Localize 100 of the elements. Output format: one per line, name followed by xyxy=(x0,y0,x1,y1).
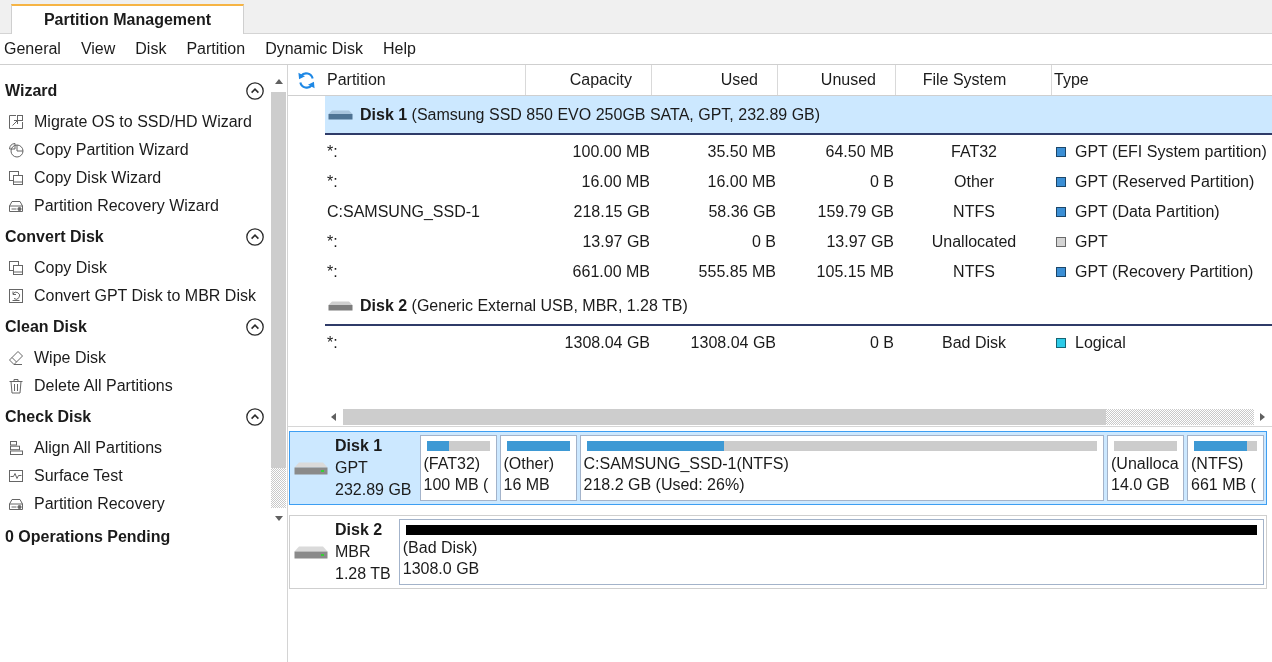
menu-item[interactable]: Partition xyxy=(186,40,246,58)
disk-row[interactable]: Disk 1 (Samsung SSD 850 EVO 250GB SATA, GPT, 232.89 GB) xyxy=(325,96,1272,135)
partition-size: 661 MB ( xyxy=(1191,475,1257,495)
menu-item[interactable]: Help xyxy=(382,40,416,58)
partition-style: GPT xyxy=(335,458,369,478)
partition-block[interactable]: (NTFS) 661 MB ( xyxy=(1187,435,1264,501)
table-cell: *: xyxy=(327,334,338,352)
horizontal-scrollbar[interactable] xyxy=(343,409,1254,425)
sidebar-item[interactable]: Partition Recovery Wizard xyxy=(5,192,264,220)
table-cell: 159.79 GB xyxy=(817,203,894,221)
table-cell: 16.00 MB xyxy=(581,173,650,191)
stacked-bars-icon xyxy=(8,440,24,456)
scroll-right-icon[interactable] xyxy=(1260,413,1265,421)
disk-row[interactable]: Disk 2 (Generic External USB, MBR, 1.28 TB) xyxy=(325,287,1272,326)
column-header[interactable]: Type xyxy=(1054,71,1089,89)
section-heading: Convert Disk xyxy=(5,228,104,246)
section-heading: Wizard xyxy=(5,82,58,100)
usage-bar xyxy=(1114,441,1177,451)
disk-size: 1.28 TB xyxy=(335,564,391,584)
sidebar-item[interactable]: Copy Partition Wizard xyxy=(5,136,264,164)
scroll-up-icon[interactable] xyxy=(274,79,283,84)
column-header[interactable]: Partition xyxy=(327,71,386,89)
window-arrow-icon xyxy=(8,114,24,130)
copy-icon xyxy=(8,170,24,186)
trash-icon xyxy=(8,378,24,394)
partition-label: C:SAMSUNG_SSD-1(NTFS) xyxy=(583,454,790,474)
chevron-up-circle-icon[interactable] xyxy=(246,228,264,246)
drive-icon xyxy=(8,496,24,512)
table-cell: 100.00 MB xyxy=(572,143,650,161)
section-heading: Clean Disk xyxy=(5,318,87,336)
drive-icon xyxy=(328,109,353,120)
partition-label: (NTFS) xyxy=(1191,454,1245,474)
partition-block[interactable]: (Unalloca 14.0 GB xyxy=(1107,435,1184,501)
sidebar-item[interactable]: Delete All Partitions xyxy=(5,372,264,400)
menu-item[interactable]: Dynamic Disk xyxy=(265,40,363,58)
table-cell: 35.50 MB xyxy=(707,143,776,161)
partition-label: (Unalloca xyxy=(1111,454,1180,474)
table-cell: FAT32 xyxy=(951,143,997,161)
scrollbar-thumb[interactable] xyxy=(343,409,1106,425)
table-cell: GPT (Reserved Partition) xyxy=(1075,173,1255,191)
refresh-icon[interactable] xyxy=(297,70,316,90)
drive-icon xyxy=(8,198,24,214)
sidebar-item[interactable]: Migrate OS to SSD/HD Wizard xyxy=(5,108,264,136)
table-cell: GPT (EFI System partition) xyxy=(1075,143,1267,161)
partition-block[interactable]: (Other) 16 MB xyxy=(499,435,577,501)
chevron-up-circle-icon[interactable] xyxy=(246,408,264,426)
sidebar-item[interactable]: Convert GPT Disk to MBR Disk xyxy=(5,282,264,310)
partition-size: 1308.0 GB xyxy=(402,559,481,579)
pending-operations-label: 0 Operations Pending xyxy=(4,527,172,547)
table-cell: *: xyxy=(327,143,338,161)
section-heading: Check Disk xyxy=(5,408,92,426)
disk-size: 232.89 GB xyxy=(335,480,412,500)
table-cell: 0 B xyxy=(752,233,776,251)
partition-label: (Other) xyxy=(503,454,556,474)
table-cell: 13.97 GB xyxy=(582,233,650,251)
sidebar-item[interactable]: Partition Recovery xyxy=(5,490,264,518)
sidebar-item[interactable]: Copy Disk xyxy=(5,254,264,282)
menu-item[interactable]: View xyxy=(80,40,116,58)
sidebar-item[interactable]: Surface Test xyxy=(5,462,264,490)
table-cell: 0 B xyxy=(870,334,894,352)
table-cell: C:SAMSUNG_SSD-1 xyxy=(327,203,480,221)
partition-size: 16 MB xyxy=(503,475,551,495)
table-cell: 105.15 MB xyxy=(816,263,894,281)
partition-block[interactable]: (Bad Disk) 1308.0 GB xyxy=(398,519,1264,585)
disk-name: Disk 2 xyxy=(335,520,384,540)
table-cell: Other xyxy=(954,173,994,191)
table-cell: Unallocated xyxy=(931,233,1017,251)
table-cell: 1308.04 GB xyxy=(690,334,776,352)
eraser-icon xyxy=(8,350,24,366)
chevron-up-circle-icon[interactable] xyxy=(246,318,264,336)
table-cell: 64.50 MB xyxy=(825,143,894,161)
table-cell: *: xyxy=(327,173,338,191)
scroll-down-icon[interactable] xyxy=(274,516,283,521)
column-header[interactable]: Unused xyxy=(820,71,876,89)
drive-icon xyxy=(328,300,353,311)
partition-style: MBR xyxy=(335,542,372,562)
pie-clock-icon xyxy=(8,142,24,158)
table-cell: 661.00 MB xyxy=(572,263,650,281)
partition-size: 14.0 GB xyxy=(1111,475,1171,495)
column-header[interactable]: Capacity xyxy=(569,71,632,89)
partition-block[interactable]: (FAT32) 100 MB ( xyxy=(419,435,497,501)
table-cell: *: xyxy=(327,263,338,281)
sidebar-item[interactable]: Copy Disk Wizard xyxy=(5,164,264,192)
sidebar-item[interactable]: Align All Partitions xyxy=(5,434,264,462)
tab[interactable]: Partition Management xyxy=(11,4,244,34)
menu-item[interactable]: General xyxy=(4,40,61,58)
partition-block[interactable]: C:SAMSUNG_SSD-1(NTFS) 218.2 GB (Used: 26%) xyxy=(579,435,1104,501)
table-cell: Bad Disk xyxy=(942,334,1006,352)
menu-item[interactable]: Disk xyxy=(135,40,167,58)
column-header[interactable]: Used xyxy=(720,71,758,89)
table-cell: 16.00 MB xyxy=(707,173,776,191)
disk-card[interactable]: Disk 2 MBR 1.28 TB (Bad Disk) 1308.0 GB xyxy=(289,515,1267,589)
table-cell: GPT (Recovery Partition) xyxy=(1075,263,1254,281)
disk-name: Disk 1 xyxy=(335,436,384,456)
sidebar-item[interactable]: Wipe Disk xyxy=(5,344,264,372)
scroll-left-icon[interactable] xyxy=(331,413,336,421)
disk-card[interactable]: Disk 1 GPT 232.89 GB (FAT32) 100 MB ( (Other) 16 MB C:SAMSUNG_SSD-1(NTFS) 218.2 GB (Used: 26%) (Unalloca 14.0 GB (NTFS) 661 MB ( xyxy=(289,431,1267,505)
table-cell: 58.36 GB xyxy=(708,203,776,221)
column-header[interactable]: File System xyxy=(922,71,1007,89)
chevron-up-circle-icon[interactable] xyxy=(246,82,264,100)
